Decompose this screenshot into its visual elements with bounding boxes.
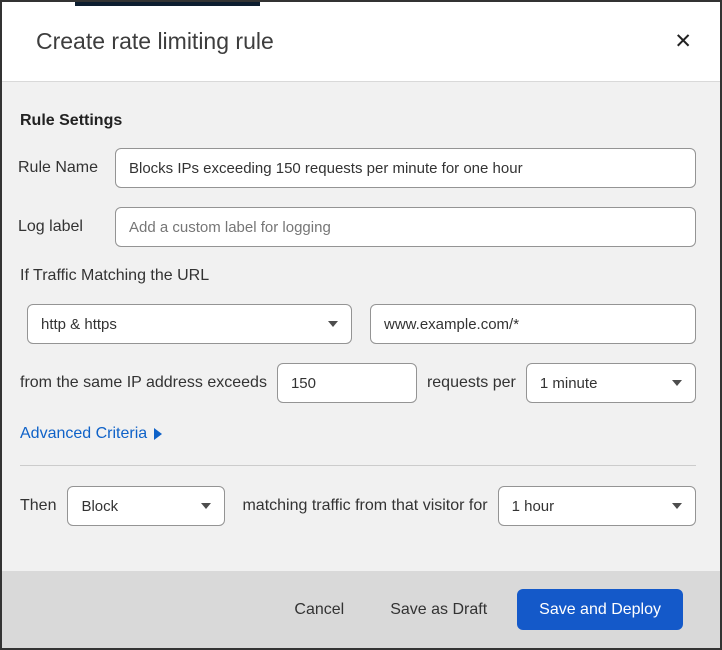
period-select-value: 1 minute xyxy=(539,374,598,392)
section-divider xyxy=(20,465,696,466)
create-rate-limiting-rule-dialog: Create rate limiting rule ✕ Rule Setting… xyxy=(0,0,722,650)
chevron-down-icon xyxy=(672,503,682,509)
rule-settings-heading: Rule Settings xyxy=(20,112,123,129)
requests-count-input[interactable] xyxy=(276,363,417,403)
action-row: Then Block matching traffic from that vi… xyxy=(20,486,696,526)
then-label: Then xyxy=(20,497,57,514)
threshold-text-after: requests per xyxy=(426,374,516,391)
rule-name-label: Rule Name xyxy=(18,159,99,176)
scheme-select-value: http & https xyxy=(41,315,117,333)
traffic-matching-heading: If Traffic Matching the URL xyxy=(20,267,210,284)
dialog-body: Rule Settings Rule Name Log label If Tra… xyxy=(2,82,720,571)
save-and-deploy-button[interactable]: Save and Deploy xyxy=(517,589,683,630)
url-input-wrap xyxy=(370,304,696,344)
advanced-criteria-link[interactable]: Advanced Criteria xyxy=(20,425,163,443)
threshold-row: from the same IP address exceeds request… xyxy=(20,363,696,403)
log-label-row: Log label xyxy=(18,207,696,247)
dialog-header: Create rate limiting rule ✕ xyxy=(2,2,720,82)
rule-name-row: Rule Name xyxy=(18,148,696,188)
action-select[interactable]: Block xyxy=(67,486,226,526)
rule-name-input[interactable] xyxy=(115,148,696,188)
log-label-input[interactable] xyxy=(115,207,696,247)
period-select[interactable]: 1 minute xyxy=(525,363,696,403)
url-match-row: http & https xyxy=(27,304,696,344)
background-page-strip xyxy=(75,2,260,6)
url-pattern-input[interactable] xyxy=(370,304,696,344)
duration-select[interactable]: 1 hour xyxy=(497,486,696,526)
scheme-select[interactable]: http & https xyxy=(27,304,352,344)
duration-select-value: 1 hour xyxy=(511,497,555,515)
action-middle-text: matching traffic from that visitor for xyxy=(242,497,488,514)
dialog-title: Create rate limiting rule xyxy=(36,28,274,54)
log-label-label: Log label xyxy=(18,218,83,235)
dialog-footer: Cancel Save as Draft Save and Deploy xyxy=(2,571,720,648)
chevron-down-icon xyxy=(672,380,682,386)
cancel-button[interactable]: Cancel xyxy=(278,591,360,629)
close-icon[interactable]: ✕ xyxy=(670,27,696,56)
threshold-text-before: from the same IP address exceeds xyxy=(20,374,267,391)
chevron-down-icon xyxy=(328,321,338,327)
chevron-down-icon xyxy=(201,503,212,509)
action-select-value: Block xyxy=(81,497,119,515)
arrow-right-icon xyxy=(154,428,163,440)
advanced-criteria-label: Advanced Criteria xyxy=(20,425,148,442)
save-as-draft-button[interactable]: Save as Draft xyxy=(374,591,503,629)
